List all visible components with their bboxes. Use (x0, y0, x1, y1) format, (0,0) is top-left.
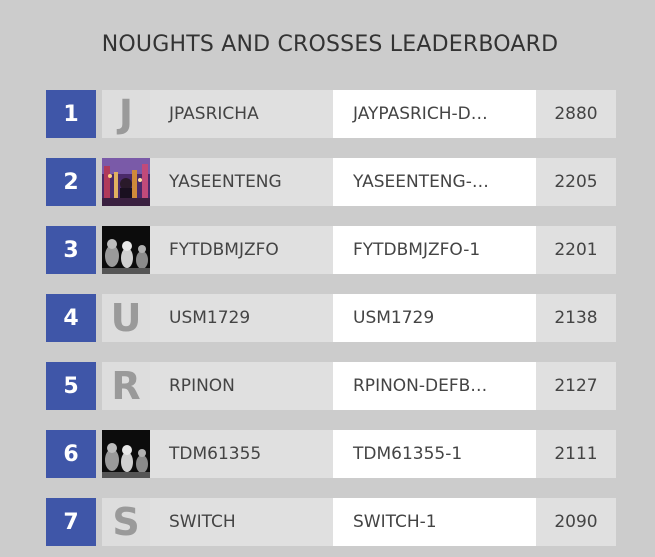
leaderboard-row[interactable]: 3 FYTDBMJZFO FYTDBMJZFO-1 2201 (46, 226, 616, 274)
leaderboard-table: 1 J JPASRICHA JAYPASRICH-D… 2880 2 YASEE… (46, 90, 616, 557)
score: 2138 (536, 294, 616, 342)
bot-name[interactable]: JAYPASRICH-D… (333, 90, 536, 138)
leaderboard-row[interactable]: 1 J JPASRICHA JAYPASRICH-D… 2880 (46, 90, 616, 138)
avatar-letter: S (112, 500, 140, 544)
player-name[interactable]: JPASRICHA (150, 90, 333, 138)
leaderboard-page: NOUGHTS AND CROSSES LEADERBOARD 1 J JPAS… (0, 0, 655, 557)
leaderboard-row[interactable]: 5 R RPINON RPINON-DEFB… 2127 (46, 362, 616, 410)
leaderboard-row[interactable]: 4 U USM1729 USM1729 2138 (46, 294, 616, 342)
rank-badge: 2 (46, 158, 96, 206)
score: 2111 (536, 430, 616, 478)
bot-name[interactable]: SWITCH-1 (333, 498, 536, 546)
score: 2201 (536, 226, 616, 274)
leaderboard-row[interactable]: 6 TDM61355 TDM61355-1 2111 (46, 430, 616, 478)
rank-badge: 1 (46, 90, 96, 138)
bot-name[interactable]: YASEENTENG-… (333, 158, 536, 206)
player-name[interactable]: FYTDBMJZFO (150, 226, 333, 274)
city-night-photo-avatar (102, 158, 150, 206)
avatar: U (102, 294, 150, 342)
score: 2205 (536, 158, 616, 206)
leaderboard-row[interactable]: 2 YASEENTENG YASEENTENG-… 2205 (46, 158, 616, 206)
chess-pieces-photo-avatar (102, 430, 150, 478)
rank-badge: 4 (46, 294, 96, 342)
bot-name[interactable]: USM1729 (333, 294, 536, 342)
rank-badge: 6 (46, 430, 96, 478)
bot-name[interactable]: TDM61355-1 (333, 430, 536, 478)
score: 2127 (536, 362, 616, 410)
rank-badge: 7 (46, 498, 96, 546)
leaderboard-row[interactable]: 7 S SWITCH SWITCH-1 2090 (46, 498, 616, 546)
avatar-letter: J (118, 92, 134, 136)
player-name[interactable]: SWITCH (150, 498, 333, 546)
avatar: S (102, 498, 150, 546)
score: 2880 (536, 90, 616, 138)
player-name[interactable]: USM1729 (150, 294, 333, 342)
avatar: J (102, 90, 150, 138)
rank-badge: 3 (46, 226, 96, 274)
rank-badge: 5 (46, 362, 96, 410)
avatar-letter: R (111, 364, 141, 408)
avatar-letter: U (110, 296, 142, 340)
bot-name[interactable]: FYTDBMJZFO-1 (333, 226, 536, 274)
player-name[interactable]: YASEENTENG (150, 158, 333, 206)
bot-name[interactable]: RPINON-DEFB… (333, 362, 536, 410)
avatar: R (102, 362, 150, 410)
player-name[interactable]: RPINON (150, 362, 333, 410)
score: 2090 (536, 498, 616, 546)
chess-pieces-photo-avatar (102, 226, 150, 274)
player-name[interactable]: TDM61355 (150, 430, 333, 478)
page-title: NOUGHTS AND CROSSES LEADERBOARD (101, 32, 559, 57)
